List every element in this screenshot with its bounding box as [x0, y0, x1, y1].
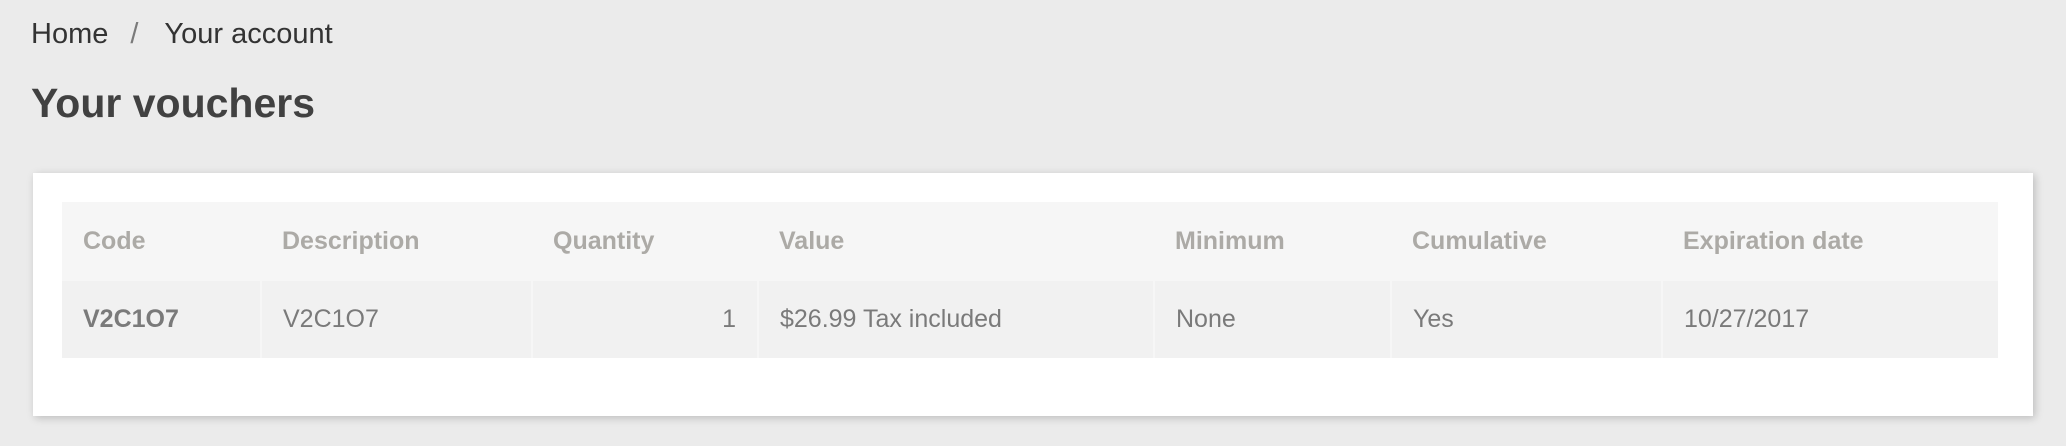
column-header-minimum: Minimum — [1154, 202, 1391, 281]
column-header-expiration-date: Expiration date — [1662, 202, 1998, 281]
voucher-value-cell: $26.99 Tax included — [757, 281, 1154, 358]
breadcrumb: Home / Your account — [31, 18, 333, 51]
column-header-quantity: Quantity — [532, 202, 758, 281]
voucher-quantity-cell: 1 — [531, 281, 758, 358]
table-header-row: Code Description Quantity Value Minimum … — [62, 202, 1998, 281]
column-header-description: Description — [261, 202, 532, 281]
voucher-code-cell: V2C1O7 — [62, 281, 261, 358]
voucher-description-cell: V2C1O7 — [260, 281, 532, 358]
voucher-cumulative-cell: Yes — [1390, 281, 1662, 358]
vouchers-card: Code Description Quantity Value Minimum … — [33, 173, 2033, 416]
voucher-expiration-date-cell: 10/27/2017 — [1661, 281, 1998, 358]
column-header-value: Value — [758, 202, 1154, 281]
column-header-code: Code — [62, 202, 261, 281]
page-title: Your vouchers — [31, 80, 316, 126]
voucher-minimum-cell: None — [1153, 281, 1391, 358]
table-row: V2C1O7 V2C1O7 1 $26.99 Tax included None… — [62, 281, 1998, 358]
breadcrumb-your-account-link[interactable]: Your account — [164, 18, 332, 51]
breadcrumb-separator: / — [130, 18, 139, 50]
breadcrumb-home-link[interactable]: Home — [31, 18, 108, 51]
column-header-cumulative: Cumulative — [1391, 202, 1662, 281]
vouchers-table: Code Description Quantity Value Minimum … — [62, 202, 1998, 358]
